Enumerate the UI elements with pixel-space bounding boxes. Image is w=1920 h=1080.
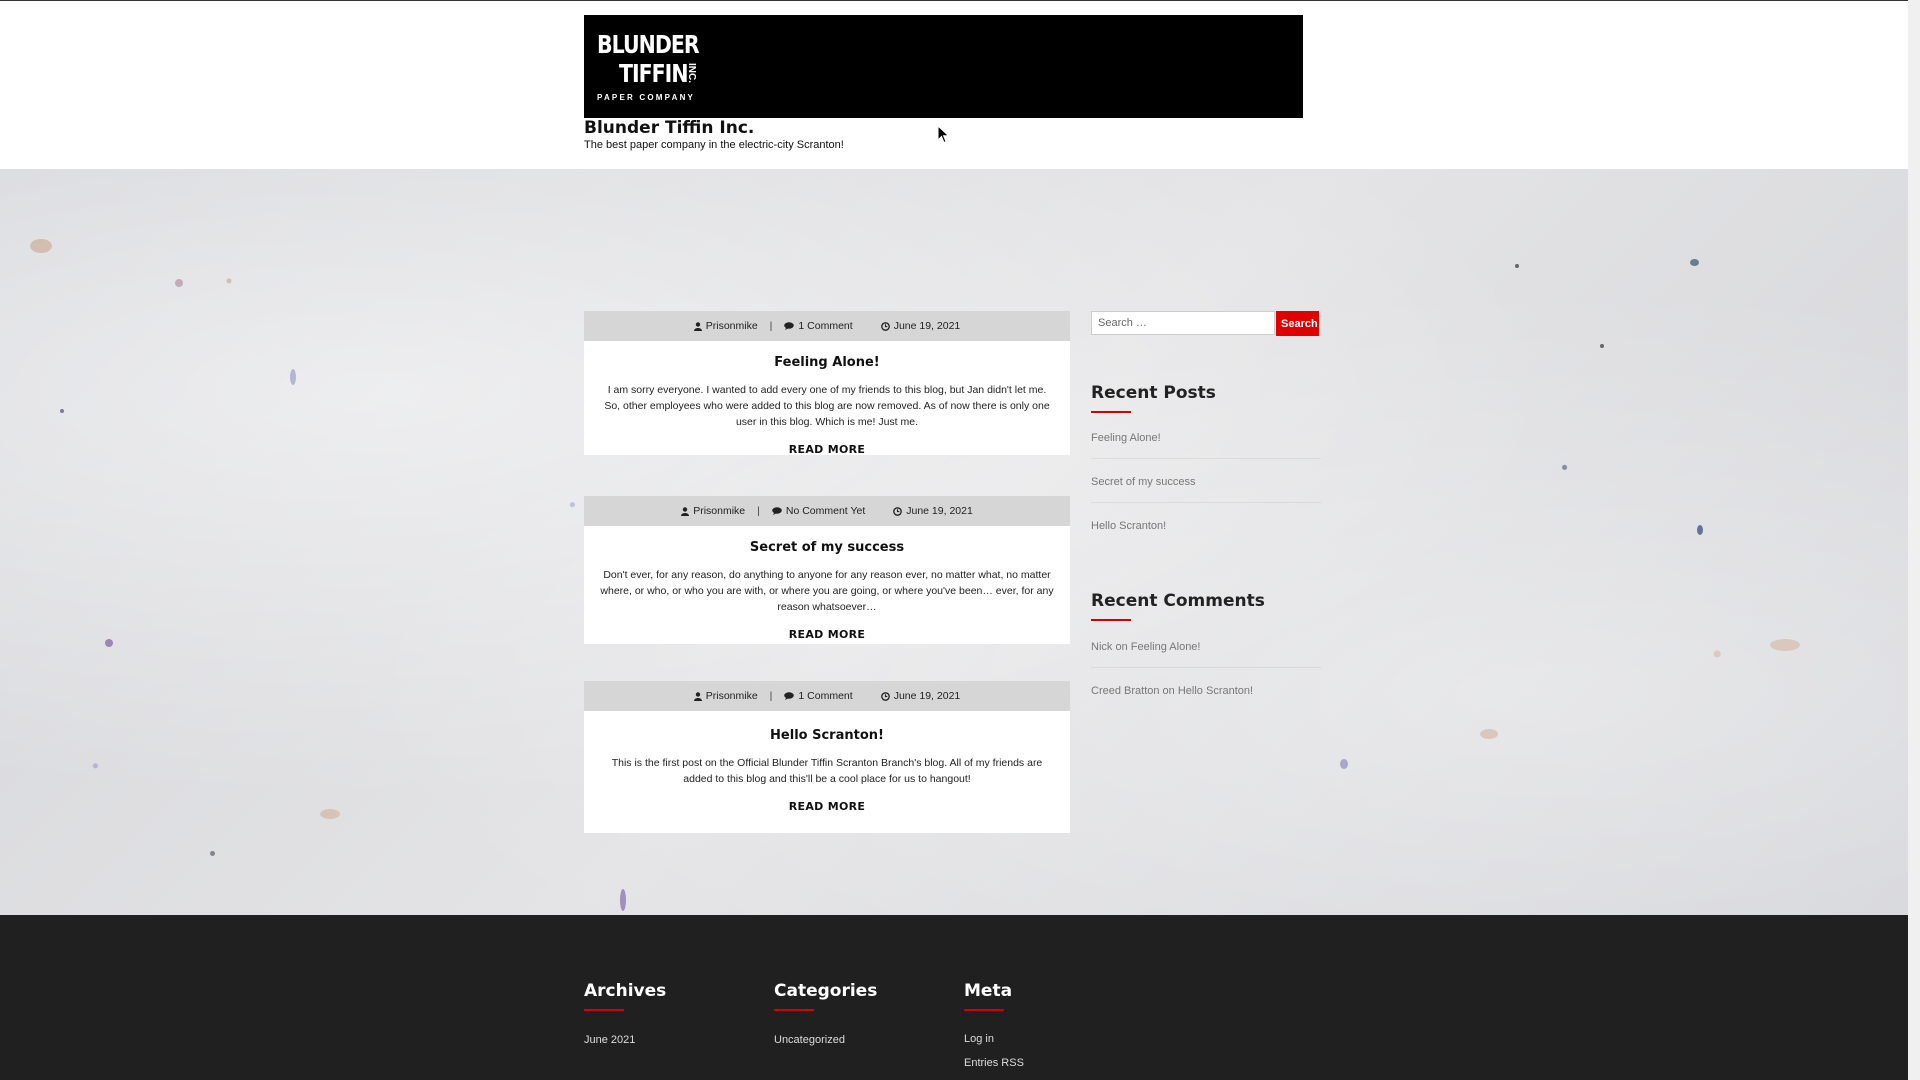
comment-author-link[interactable]: Creed Bratton xyxy=(1091,685,1159,697)
post-author-name: Prisonmike xyxy=(693,505,746,517)
archive-link[interactable]: June 2021 xyxy=(584,1034,635,1046)
post-date-text: June 19, 2021 xyxy=(906,505,973,517)
recent-comment-item: Creed Bratton on Hello Scranton! xyxy=(1091,685,1253,697)
logo-tagline: PAPER COMPANY xyxy=(597,93,696,102)
divider xyxy=(1091,458,1321,459)
post-body: Feeling Alone! I am sorry everyone. I wa… xyxy=(584,341,1070,456)
site-footer: Archives June 2021 Categories Uncategori… xyxy=(0,915,1908,1080)
post-date[interactable]: June 19, 2021 xyxy=(880,320,961,332)
post-comments[interactable]: No Comment Yet xyxy=(772,505,865,517)
read-more-link[interactable]: READ MORE xyxy=(789,628,865,641)
title-underline xyxy=(964,1009,1004,1011)
post-comments-count: No Comment Yet xyxy=(785,505,866,517)
title-underline xyxy=(1091,619,1131,621)
post-meta: Prisonmike | No Comment Yet June 19, 202… xyxy=(584,496,1070,526)
post-author-name: Prisonmike xyxy=(705,320,758,332)
post-excerpt: Don't ever, for any reason, do anything … xyxy=(600,569,1054,613)
comment-icon xyxy=(772,507,782,515)
meta-separator: | xyxy=(757,505,760,517)
search-button[interactable]: Search xyxy=(1276,311,1319,336)
scrollbar[interactable] xyxy=(1908,0,1920,1080)
post-title[interactable]: Secret of my success xyxy=(600,540,1054,555)
comment-icon xyxy=(784,692,795,700)
site-header: BLUNDER TIFFIN INC. PAPER COMPANY Blunde… xyxy=(0,1,1908,169)
clock-icon xyxy=(880,691,890,701)
categories-title: Categories xyxy=(774,981,878,1001)
recent-comment-item: Nick on Feeling Alone! xyxy=(1091,641,1200,653)
mouse-cursor-icon xyxy=(937,125,950,144)
meta-separator: | xyxy=(769,320,773,332)
logo-line-2: TIFFIN xyxy=(619,59,688,88)
post-author-name: Prisonmike xyxy=(705,690,758,702)
post-excerpt: This is the first post on the Official B… xyxy=(611,757,1043,785)
post-title[interactable]: Feeling Alone! xyxy=(600,355,1054,370)
post-card: Prisonmike | 1 Comment June 19, 2021 Fee… xyxy=(584,311,1070,456)
comment-on-text: on xyxy=(1162,685,1175,697)
post-comments[interactable]: 1 Comment xyxy=(784,320,853,332)
post-comments[interactable]: 1 Comment xyxy=(784,690,853,702)
recent-posts-title: Recent Posts xyxy=(1091,383,1216,403)
comment-on-text: on xyxy=(1115,641,1128,653)
post-author[interactable]: Prisonmike xyxy=(693,320,758,332)
post-body: Hello Scranton! This is the first post o… xyxy=(584,711,1070,833)
login-link[interactable]: Log in xyxy=(964,1033,994,1045)
post-excerpt: I am sorry everyone. I wanted to add eve… xyxy=(604,384,1050,428)
post-date[interactable]: June 19, 2021 xyxy=(880,690,961,702)
comment-author-link[interactable]: Nick xyxy=(1091,641,1112,653)
divider xyxy=(1091,502,1321,503)
clock-icon xyxy=(893,506,903,516)
post-comments-count: 1 Comment xyxy=(798,320,853,332)
meta-separator: | xyxy=(769,690,773,702)
user-icon xyxy=(693,321,702,331)
post-date-text: June 19, 2021 xyxy=(893,690,961,702)
entries-rss-link[interactable]: Entries RSS xyxy=(964,1057,1024,1069)
divider xyxy=(1091,667,1321,668)
post-card: Prisonmike | 1 Comment June 19, 2021 Hel… xyxy=(584,681,1070,833)
title-underline xyxy=(1091,411,1131,413)
comment-post-link[interactable]: Feeling Alone! xyxy=(1131,641,1201,653)
logo-inc: INC. xyxy=(686,63,697,83)
user-icon xyxy=(681,506,690,516)
post-card: Prisonmike | No Comment Yet June 19, 202… xyxy=(584,496,1070,644)
comment-icon xyxy=(784,322,795,330)
post-title[interactable]: Hello Scranton! xyxy=(600,728,1054,743)
read-more-link[interactable]: READ MORE xyxy=(789,443,865,456)
user-icon xyxy=(693,691,702,701)
site-tagline: The best paper company in the electric-c… xyxy=(584,139,844,151)
recent-post-link[interactable]: Hello Scranton! xyxy=(1091,520,1166,532)
company-logo: BLUNDER TIFFIN INC. PAPER COMPANY xyxy=(594,23,724,113)
logo-line-1: BLUNDER xyxy=(597,30,700,59)
post-author[interactable]: Prisonmike xyxy=(693,690,758,702)
header-banner[interactable]: BLUNDER TIFFIN INC. PAPER COMPANY xyxy=(584,15,1303,118)
post-date[interactable]: June 19, 2021 xyxy=(893,505,973,517)
title-underline xyxy=(774,1009,814,1011)
search-input[interactable] xyxy=(1091,311,1275,335)
post-meta: Prisonmike | 1 Comment June 19, 2021 xyxy=(584,311,1070,341)
site-title[interactable]: Blunder Tiffin Inc. xyxy=(584,118,754,138)
clock-icon xyxy=(880,321,890,331)
recent-post-link[interactable]: Secret of my success xyxy=(1091,476,1196,488)
recent-post-link[interactable]: Feeling Alone! xyxy=(1091,432,1161,444)
post-comments-count: 1 Comment xyxy=(798,690,853,702)
post-author[interactable]: Prisonmike xyxy=(681,505,745,517)
category-link[interactable]: Uncategorized xyxy=(774,1034,845,1046)
post-body: Secret of my success Don't ever, for any… xyxy=(584,526,1070,644)
post-date-text: June 19, 2021 xyxy=(893,320,961,332)
archives-title: Archives xyxy=(584,981,667,1001)
recent-comments-title: Recent Comments xyxy=(1091,591,1265,611)
comment-post-link[interactable]: Hello Scranton! xyxy=(1178,685,1253,697)
read-more-link[interactable]: READ MORE xyxy=(789,800,865,813)
post-meta: Prisonmike | 1 Comment June 19, 2021 xyxy=(584,681,1070,711)
title-underline xyxy=(584,1009,624,1011)
meta-title: Meta xyxy=(964,981,1013,1001)
